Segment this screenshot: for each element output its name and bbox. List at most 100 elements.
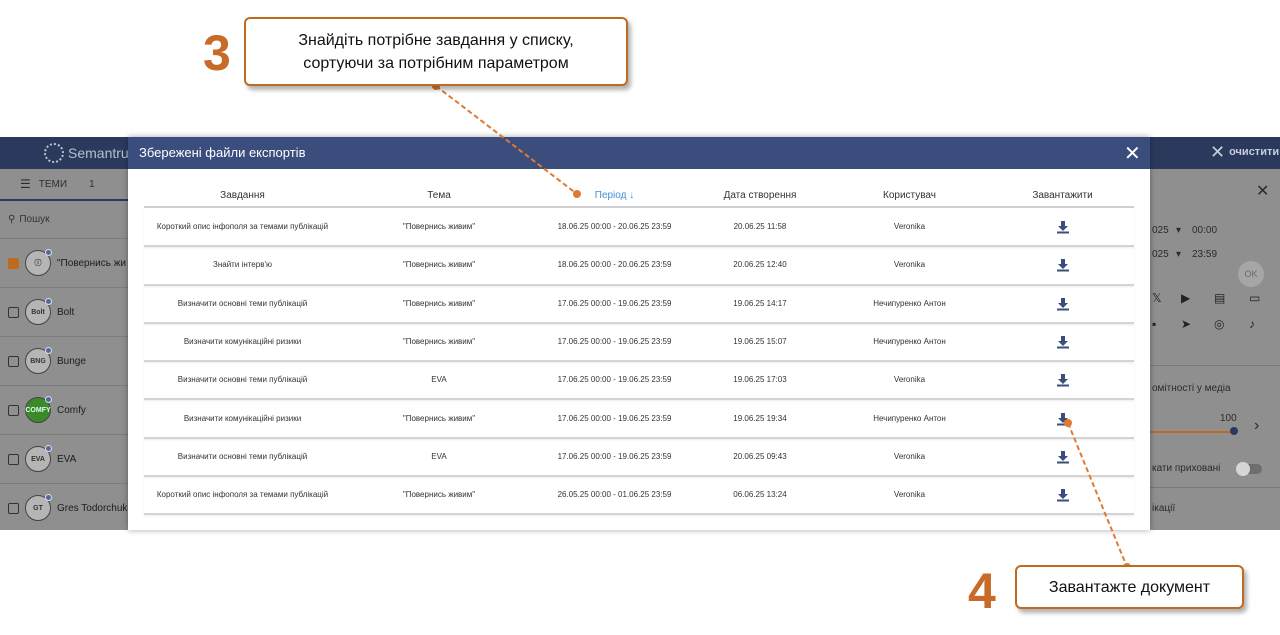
table-row: Визначити основні теми публікацій EVA 17.0… [144,439,1134,478]
saved-exports-dialog: Збережені файли експортів ✕ Завдання Тем… [128,137,1150,530]
chevron-right-icon[interactable]: › [1254,417,1259,435]
cell-period: 18.06.25 00:00 - 20.06.25 23:59 [557,222,672,231]
table-header: Завдання Тема Період ↓ Дата створення Ко… [144,185,1134,208]
topic-avatar: COMFY [25,396,52,423]
topic-checkbox[interactable] [8,502,19,514]
cell-topic: "Повернись живим" [402,298,476,308]
date-from-year[interactable]: 025 [1152,225,1169,236]
topic-item[interactable]: BNG Bunge [0,337,128,386]
topic-checkbox[interactable] [8,355,19,367]
time-from[interactable]: 00:00 [1192,225,1217,236]
close-icon[interactable]: ✕ [1124,141,1141,166]
visibility-slider[interactable] [1150,431,1235,433]
column-topic[interactable]: Тема [341,190,537,201]
close-icon[interactable]: ✕ [1256,181,1269,201]
topic-item[interactable]: EVA EVA [0,435,128,484]
topic-checkbox[interactable] [8,306,19,318]
tab-topics-label: ТЕМИ [38,178,68,190]
topic-avatar: GT [25,494,52,521]
topic-name: Bunge [57,355,86,367]
table-row: Короткий опис інфополя за темами публіка… [144,209,1134,248]
comments-icon[interactable]: ▭ [1249,291,1260,305]
news-icon[interactable]: ▤ [1214,291,1225,305]
download-button[interactable] [1056,258,1070,272]
cell-topic: "Повернись живим" [402,260,476,270]
column-task[interactable]: Завдання [144,190,341,201]
search-icon: ⚲ [8,214,16,225]
cell-created: 19.06.25 17:03 [733,375,787,385]
topic-avatar: ⓘ [25,249,52,276]
download-icon [1056,259,1069,272]
step-3-number: 3 [203,25,231,81]
show-hidden-toggle[interactable] [1236,462,1262,476]
column-user[interactable]: Користувач [828,190,991,201]
table-row: Визначити комунікаційні ризики "Повернись… [144,401,1134,439]
clear-button[interactable]: ✕ очистити [1210,142,1279,162]
instagram-icon[interactable]: ◎ [1214,317,1224,331]
tutorial-screenshot: Semantrum ✕ очистити ☰ ТЕМИ 1 ⚲ Пошук ⓘ "… [0,0,1280,635]
topic-item[interactable]: GT Gres Todorchuk [0,484,128,530]
chevron-down-icon[interactable]: ▾ [1176,249,1181,260]
tiktok-icon[interactable]: ♪ [1249,317,1255,331]
topic-avatar-text: BNG [30,357,46,365]
chevron-down-icon[interactable]: ▾ [1176,225,1181,236]
topic-item[interactable]: ⓘ "Повернись жи [0,239,128,288]
download-button[interactable] [1056,297,1070,311]
column-created[interactable]: Дата створення [692,190,828,201]
download-icon [1056,221,1069,234]
verified-icon [45,494,52,501]
cell-topic: EVA [431,451,447,461]
cell-period: 17.06.25 00:00 - 19.06.25 23:59 [557,413,672,423]
close-icon: ✕ [1210,142,1226,162]
topic-checkbox[interactable] [8,257,19,269]
x-icon[interactable]: 𝕏 [1152,291,1162,305]
download-icon [1056,335,1069,349]
forum-icon[interactable]: ▪ [1152,317,1156,331]
show-hidden-label: кати приховані [1152,463,1221,474]
download-button[interactable] [1056,220,1070,234]
step-4-callout: Завантажте документ [1015,565,1244,609]
cell-created: 19.06.25 19:34 [733,413,787,423]
topic-avatar: EVA [25,445,52,472]
cell-user: Нечипуренко Антон [873,413,946,423]
download-icon [1056,297,1069,311]
column-period[interactable]: Період ↓ [537,190,692,201]
tab-topics[interactable]: ☰ ТЕМИ 1 [0,169,128,201]
download-button[interactable] [1056,450,1070,464]
publications-label: ікації [1152,503,1176,514]
exports-table: Завдання Тема Період ↓ Дата створення Ко… [144,185,1134,530]
ok-button[interactable]: OK [1238,261,1264,287]
cell-task: Визначити основні теми публікацій [177,451,308,461]
topic-list: ⓘ "Повернись жи Bolt Bolt BNG Bunge COMFY Comfy… [0,239,128,530]
download-button[interactable] [1056,412,1070,426]
topic-checkbox[interactable] [8,453,19,465]
download-button[interactable] [1056,488,1070,502]
download-button[interactable] [1056,335,1070,349]
brand-logo[interactable]: Semantrum [44,143,140,163]
date-to-year[interactable]: 025 [1152,249,1169,260]
topic-item[interactable]: COMFY Comfy [0,386,128,435]
divider [1150,365,1280,366]
verified-icon [45,298,52,305]
download-icon [1056,412,1069,425]
search-input[interactable]: Пошук [19,214,49,225]
topic-search[interactable]: ⚲ Пошук [0,201,128,239]
telegram-icon[interactable]: ➤ [1181,317,1191,331]
cell-user: Нечипуренко Антон [873,298,946,308]
sort-desc-icon: ↓ [629,190,635,201]
time-to[interactable]: 23:59 [1192,249,1217,260]
cell-created: 20.06.25 11:58 [733,222,787,231]
cell-task: Знайти інтерв'ю [213,260,272,270]
topic-item[interactable]: Bolt Bolt [0,288,128,337]
verified-icon [45,249,52,256]
download-button[interactable] [1056,373,1070,387]
topic-checkbox[interactable] [8,404,19,416]
slider-handle[interactable] [1230,427,1238,435]
cell-created: 20.06.25 09:43 [733,451,787,461]
tab-topics-count: 1 [89,178,95,190]
cell-period: 17.06.25 00:00 - 19.06.25 23:59 [557,336,672,346]
cell-topic: "Повернись живим" [402,490,476,500]
cell-topic: "Повернись живим" [402,222,476,231]
youtube-icon[interactable]: ▶ [1181,291,1190,305]
topic-avatar: BNG [25,347,52,374]
